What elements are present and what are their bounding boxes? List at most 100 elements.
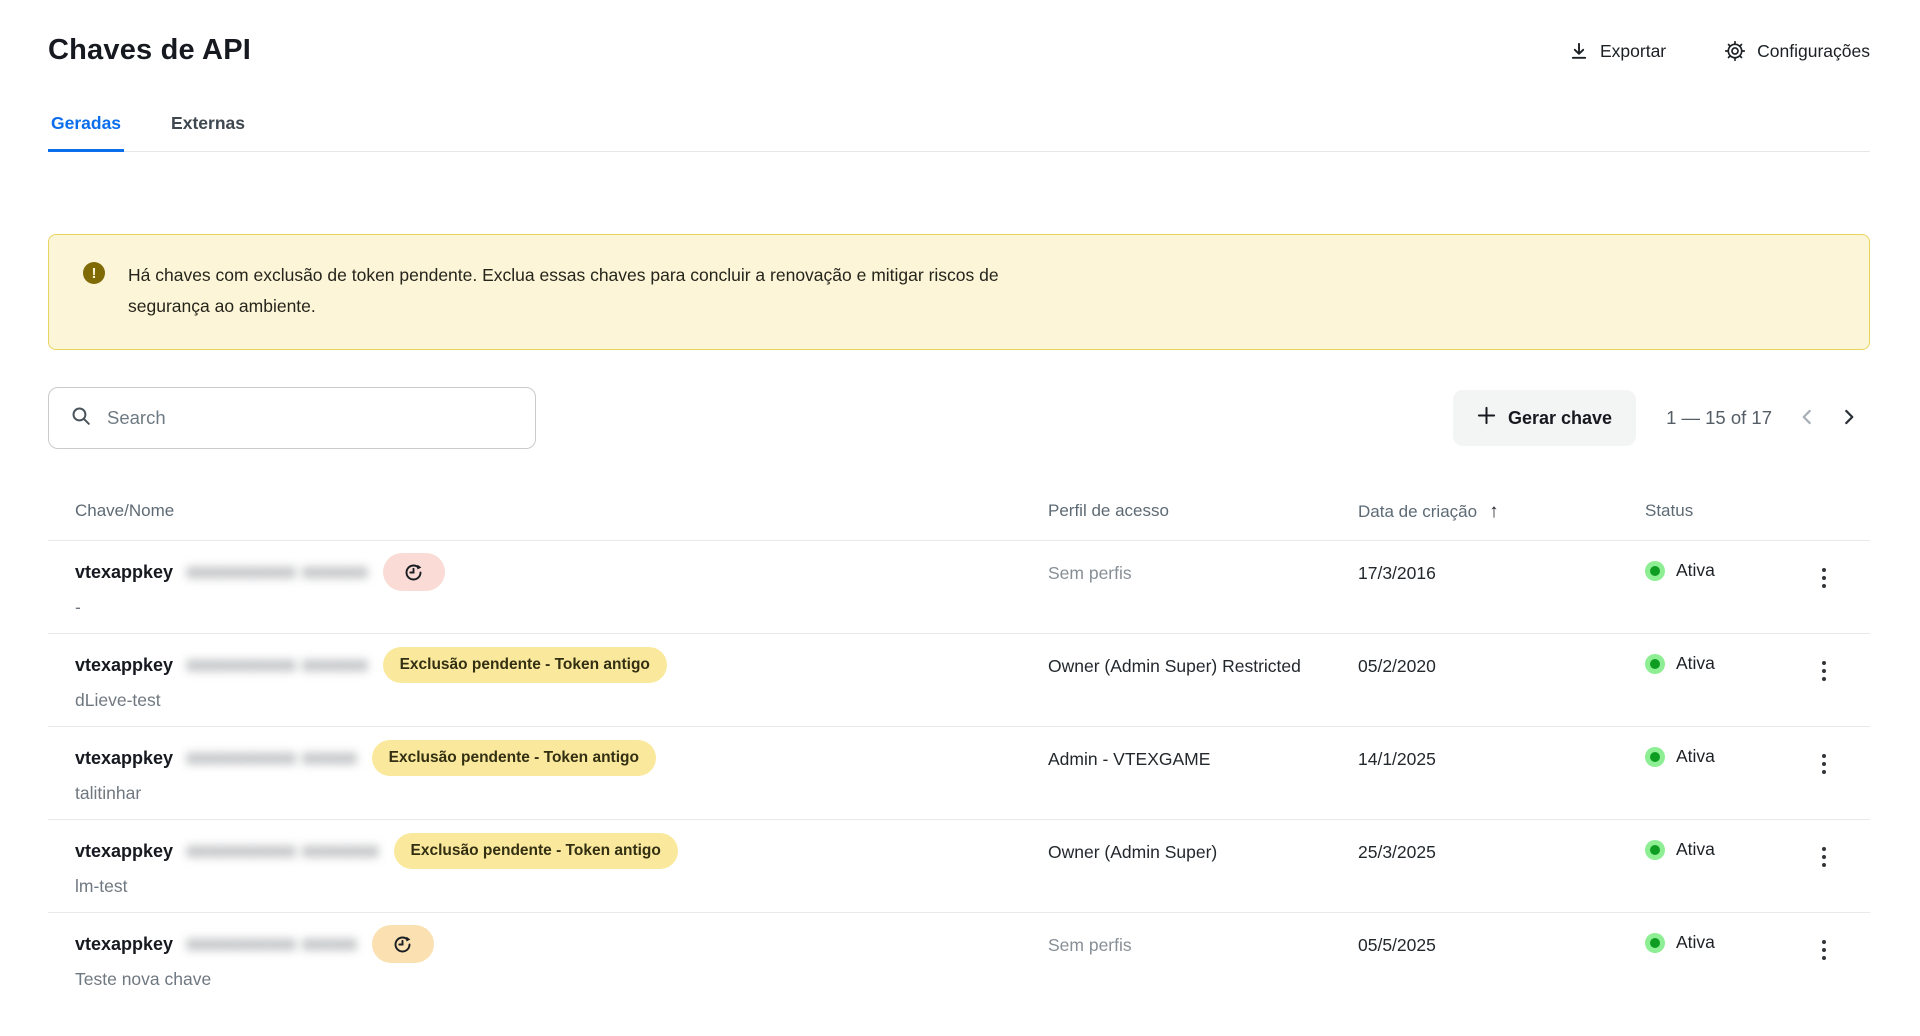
api-keys-page: Chaves de API Exportar Configurações Ger… [0, 0, 1920, 1005]
created-cell: 17/3/2016 [1358, 563, 1436, 583]
created-cell: 05/2/2020 [1358, 656, 1436, 676]
tab-geradas[interactable]: Geradas [48, 113, 125, 152]
plus-icon [1477, 406, 1496, 430]
row-menu-button[interactable] [1805, 652, 1843, 690]
renewal-pending-badge [382, 553, 445, 591]
row-menu-button[interactable] [1805, 559, 1843, 597]
key-prefix: vtexappkey [75, 933, 174, 954]
key-cell: vtexappkey xxxxxxxxxx xxxxxxx Exclusão p… [48, 832, 1048, 898]
row-menu-button[interactable] [1805, 931, 1843, 969]
profile-cell: Owner (Admin Super) Restricted [1048, 656, 1301, 676]
tab-externas[interactable]: Externas [168, 113, 248, 152]
export-label: Exportar [1600, 40, 1667, 61]
deletion-pending-badge: Exclusão pendente - Token antigo [371, 740, 656, 776]
profile-cell: Sem perfis [1048, 563, 1132, 583]
search-icon [70, 405, 92, 432]
key-prefix: vtexappkey [75, 654, 174, 675]
column-header-profile: Perfil de acesso [1048, 501, 1169, 520]
row-actions-cell [1805, 832, 1870, 876]
status-active-dot [1645, 746, 1665, 767]
row-actions-cell [1805, 553, 1870, 597]
page-title: Chaves de API [48, 34, 251, 66]
key-prefix: vtexappkey [75, 840, 174, 861]
header-actions: Exportar Configurações [1569, 40, 1870, 62]
created-cell: 14/1/2025 [1358, 749, 1436, 769]
search-input[interactable] [107, 407, 519, 429]
table-controls: Gerar chave 1 — 15 of 17 [48, 387, 1870, 449]
status-active-dot [1645, 560, 1665, 581]
column-header-status: Status [1645, 501, 1694, 520]
key-name: Teste nova chave [75, 969, 212, 989]
key-cell: vtexappkey xxxxxxxxxx xxxxx Exclusão pen… [48, 739, 1048, 805]
pagination-controls: Gerar chave 1 — 15 of 17 [1452, 390, 1870, 446]
masked-key-value: xxxxxxxxxx xxxxx [187, 934, 358, 953]
deletion-pending-badge: Exclusão pendente - Token antigo [382, 647, 667, 683]
sort-ascending-icon: ↑ [1489, 501, 1499, 522]
row-menu-button[interactable] [1805, 745, 1843, 783]
status-label: Ativa [1676, 560, 1715, 580]
settings-label: Configurações [1757, 40, 1870, 61]
key-name: - [75, 597, 81, 617]
download-icon [1569, 41, 1589, 61]
status-active-dot [1645, 839, 1665, 860]
profile-cell: Owner (Admin Super) [1048, 842, 1218, 862]
table-row: vtexappkey xxxxxxxxxx xxxxx Exclusão pen… [48, 727, 1870, 820]
history-icon [405, 563, 423, 580]
chevron-right-icon [1838, 406, 1860, 431]
masked-key-value: xxxxxxxxxx xxxxxx [187, 655, 369, 674]
key-cell: vtexappkey xxxxxxxxxx xxxxxx Exclusão pe… [48, 646, 1048, 712]
column-header-key: Chave/Nome [75, 501, 175, 520]
status-cell: Ativa [1645, 925, 1805, 953]
alert-icon: ! [83, 262, 105, 284]
key-cell: vtexappkey xxxxxxxxxx xxxxx Teste nova c… [48, 925, 1048, 991]
pagination-prev-button[interactable] [1786, 397, 1828, 439]
search-box[interactable] [48, 387, 536, 449]
chevron-left-icon [1796, 406, 1818, 431]
pagination-next-button[interactable] [1828, 397, 1870, 439]
history-icon [394, 935, 412, 952]
key-cell: vtexappkey xxxxxxxxxx xxxxxx - [48, 553, 1048, 619]
status-label: Ativa [1676, 746, 1715, 766]
warning-banner: ! Há chaves com exclusão de token penden… [48, 234, 1870, 350]
warning-banner-text: Há chaves com exclusão de token pendente… [128, 265, 999, 316]
column-header-created-label: Data de criação [1358, 502, 1478, 521]
status-cell: Ativa [1645, 553, 1805, 581]
table-row: vtexappkey xxxxxxxxxx xxxxxx Exclusão pe… [48, 634, 1870, 727]
status-cell: Ativa [1645, 739, 1805, 767]
key-prefix: vtexappkey [75, 561, 174, 582]
created-cell: 25/3/2025 [1358, 842, 1436, 862]
gear-icon [1724, 40, 1746, 62]
masked-key-value: xxxxxxxxxx xxxxxxx [187, 841, 380, 860]
key-name: dLieve-test [75, 690, 161, 710]
status-cell: Ativa [1645, 832, 1805, 860]
table-row: vtexappkey xxxxxxxxxx xxxxxx - Sem perfi… [48, 541, 1870, 634]
tab-bar: Geradas Externas [48, 113, 1870, 152]
settings-button[interactable]: Configurações [1724, 40, 1870, 62]
table-row: vtexappkey xxxxxxxxxx xxxxx Teste nova c… [48, 913, 1870, 1005]
status-label: Ativa [1676, 932, 1715, 952]
created-cell: 05/5/2025 [1358, 935, 1436, 955]
key-name: lm-test [75, 876, 128, 896]
status-label: Ativa [1676, 653, 1715, 673]
key-name: talitinhar [75, 783, 142, 803]
row-actions-cell [1805, 925, 1870, 969]
key-prefix: vtexappkey [75, 747, 174, 768]
generate-key-label: Gerar chave [1507, 407, 1613, 428]
status-active-dot [1645, 932, 1665, 953]
table-header: Chave/Nome Perfil de acesso Data de cria… [48, 501, 1870, 541]
row-menu-button[interactable] [1805, 838, 1843, 876]
deletion-pending-badge: Exclusão pendente - Token antigo [393, 833, 678, 869]
export-button[interactable]: Exportar [1569, 41, 1666, 62]
renewal-pending-badge [371, 925, 434, 963]
status-label: Ativa [1676, 839, 1715, 859]
row-actions-cell [1805, 646, 1870, 690]
column-header-created[interactable]: Data de criação ↑ [1358, 501, 1645, 523]
profile-cell: Admin - VTEXGAME [1048, 749, 1211, 769]
generate-key-button[interactable]: Gerar chave [1452, 390, 1637, 446]
masked-key-value: xxxxxxxxxx xxxxxx [187, 562, 369, 581]
page-header: Chaves de API Exportar Configurações [48, 34, 1870, 67]
profile-cell: Sem perfis [1048, 935, 1132, 955]
table-row: vtexappkey xxxxxxxxxx xxxxxxx Exclusão p… [48, 820, 1870, 913]
row-actions-cell [1805, 739, 1870, 783]
pagination-label: 1 — 15 of 17 [1666, 407, 1772, 428]
